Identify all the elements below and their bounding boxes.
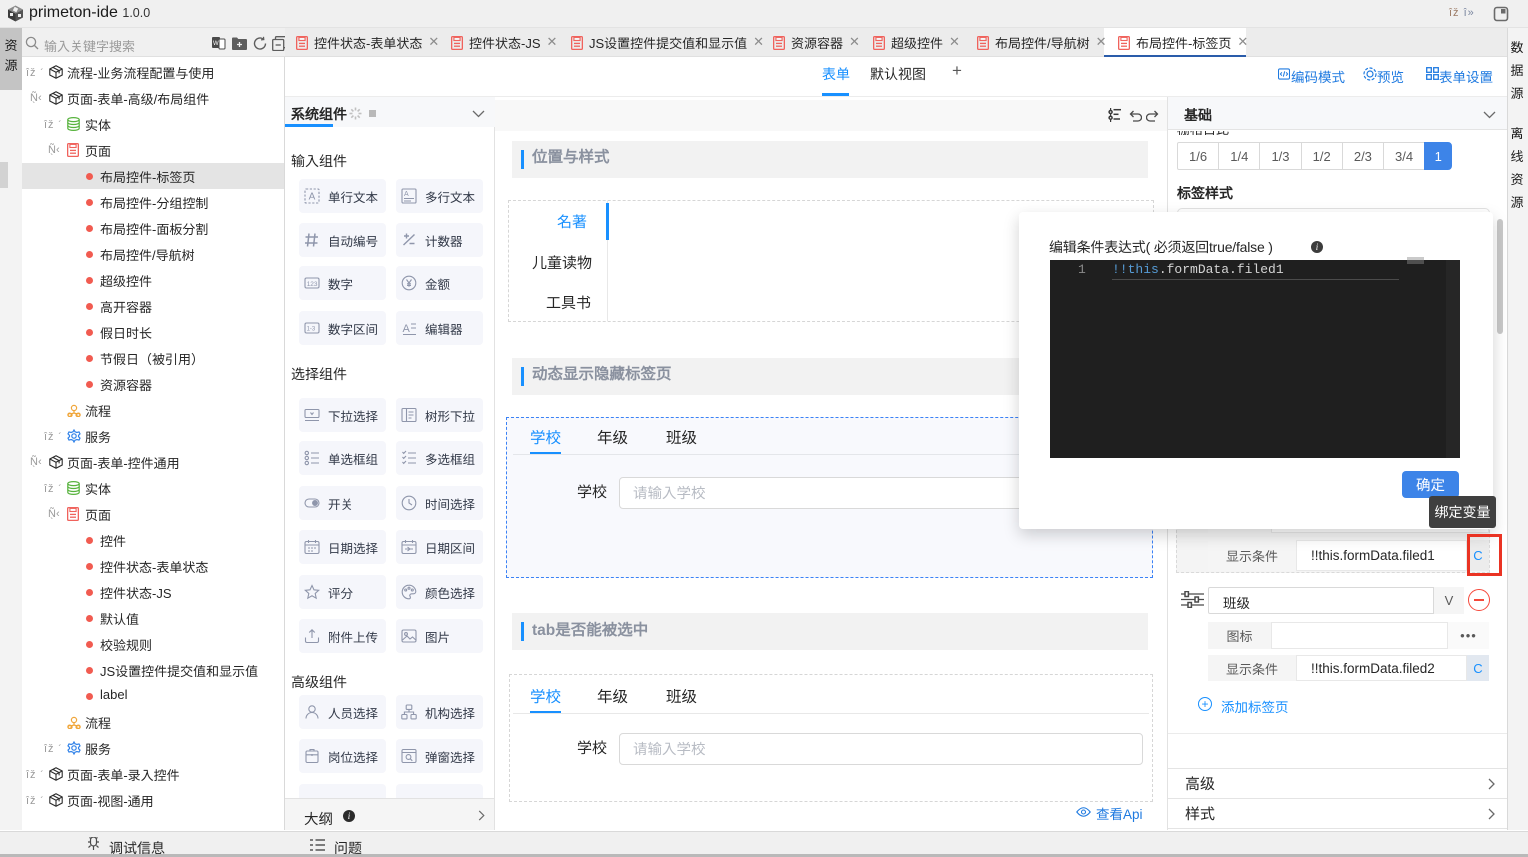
svg-text:A: A <box>404 191 409 198</box>
svg-text:W: W <box>213 41 219 47</box>
svg-text:123: 123 <box>307 281 318 288</box>
svg-text:1-3: 1-3 <box>307 327 316 333</box>
svg-text:A: A <box>403 323 411 335</box>
svg-text:A: A <box>309 192 316 203</box>
